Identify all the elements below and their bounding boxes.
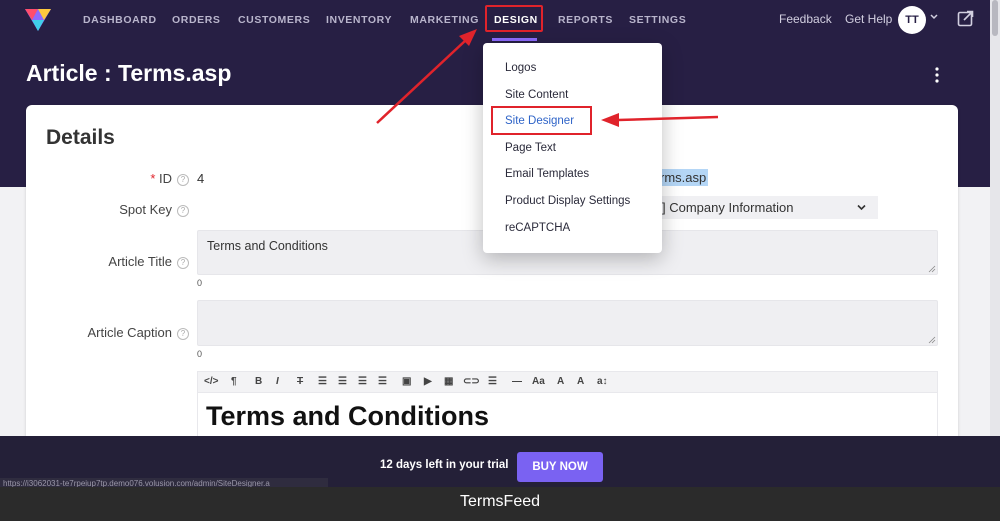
video-icon[interactable]: ▶: [424, 376, 432, 387]
user-avatar[interactable]: TT: [898, 6, 926, 34]
table-icon[interactable]: ▦: [444, 376, 453, 387]
feedback-link[interactable]: Feedback: [779, 12, 832, 26]
spot-key-select[interactable]: ] Company Information: [658, 196, 878, 219]
bold-icon[interactable]: B: [255, 376, 262, 387]
italic-icon[interactable]: I: [276, 376, 279, 387]
menu-item-site-content[interactable]: Site Content: [505, 89, 568, 101]
get-help-link[interactable]: Get Help: [845, 12, 892, 26]
horizontal-rule-icon[interactable]: —: [512, 376, 522, 387]
article-caption-label: Article Caption?: [87, 325, 189, 340]
numbered-list-icon[interactable]: ☰: [338, 376, 347, 387]
outdent-icon[interactable]: ☰: [358, 376, 367, 387]
editor-heading: Terms and Conditions: [206, 401, 490, 431]
editor-toolbar: [197, 371, 938, 393]
buy-now-button[interactable]: BUY NOW: [517, 452, 603, 482]
volusion-logo-icon[interactable]: [24, 6, 52, 32]
chevron-down-icon[interactable]: [856, 202, 867, 213]
menu-item-page-text[interactable]: Page Text: [505, 142, 556, 154]
nav-marketing[interactable]: MARKETING: [410, 14, 479, 26]
details-heading: Details: [46, 126, 115, 149]
nav-orders[interactable]: ORDERS: [172, 14, 221, 26]
menu-item-logos[interactable]: Logos: [505, 62, 536, 74]
menu-item-product-display-settings[interactable]: Product Display Settings: [505, 195, 630, 207]
text-color-icon[interactable]: A: [557, 376, 564, 387]
line-height-icon[interactable]: a↕: [597, 376, 608, 387]
caption-text: TermsFeed: [459, 493, 541, 510]
article-caption-input[interactable]: [197, 300, 938, 346]
strikethrough-icon[interactable]: T: [297, 376, 303, 387]
design-highlight-box: [485, 5, 543, 32]
paragraph-icon[interactable]: ¶: [231, 376, 237, 387]
resize-handle-icon[interactable]: [928, 336, 936, 344]
site-designer-highlight-box: [491, 106, 592, 135]
article-caption-char-count: 0: [197, 349, 203, 359]
code-view-icon[interactable]: </>: [204, 376, 218, 387]
more-options-icon[interactable]: [934, 67, 940, 83]
image-icon[interactable]: ▣: [402, 376, 411, 387]
chevron-down-icon[interactable]: [929, 12, 939, 22]
nav-reports[interactable]: REPORTS: [558, 14, 613, 26]
article-title-char-count: 0: [197, 278, 203, 288]
id-label: * ID?: [150, 171, 189, 186]
help-icon: ?: [177, 174, 189, 186]
menu-item-recaptcha[interactable]: reCAPTCHA: [505, 222, 570, 234]
nav-inventory[interactable]: INVENTORY: [326, 14, 392, 26]
nav-settings[interactable]: SETTINGS: [629, 14, 686, 26]
id-value: 4: [197, 171, 205, 186]
page-title: Article : Terms.asp: [26, 60, 232, 86]
align-icon[interactable]: ☰: [488, 376, 497, 387]
top-navigation: DASHBOARD ORDERS CUSTOMERS INVENTORY MAR…: [0, 0, 1000, 41]
active-tab-underline: [492, 38, 537, 41]
menu-item-email-templates[interactable]: Email Templates: [505, 168, 589, 180]
article-title-label: Article Title?: [108, 254, 189, 269]
background-color-icon[interactable]: A: [577, 376, 584, 387]
page-scrollbar-thumb[interactable]: [992, 0, 998, 36]
trial-remaining-text: 12 days left in your trial: [380, 459, 509, 471]
nav-dashboard[interactable]: DASHBOARD: [83, 14, 157, 26]
link-icon[interactable]: ⊂⊃: [463, 376, 480, 387]
resize-handle-icon[interactable]: [928, 265, 936, 273]
spot-key-label: Spot Key?: [119, 202, 189, 217]
help-icon: ?: [177, 328, 189, 340]
bullet-list-icon[interactable]: ☰: [318, 376, 327, 387]
help-icon: ?: [177, 205, 189, 217]
font-size-icon[interactable]: Aa: [532, 376, 545, 387]
nav-customers[interactable]: CUSTOMERS: [238, 14, 310, 26]
page-scrollbar-track[interactable]: [990, 0, 1000, 487]
indent-icon[interactable]: ☰: [378, 376, 387, 387]
help-icon: ?: [177, 257, 189, 269]
external-link-icon[interactable]: [957, 10, 974, 27]
filename-value[interactable]: rms.asp: [658, 169, 709, 186]
